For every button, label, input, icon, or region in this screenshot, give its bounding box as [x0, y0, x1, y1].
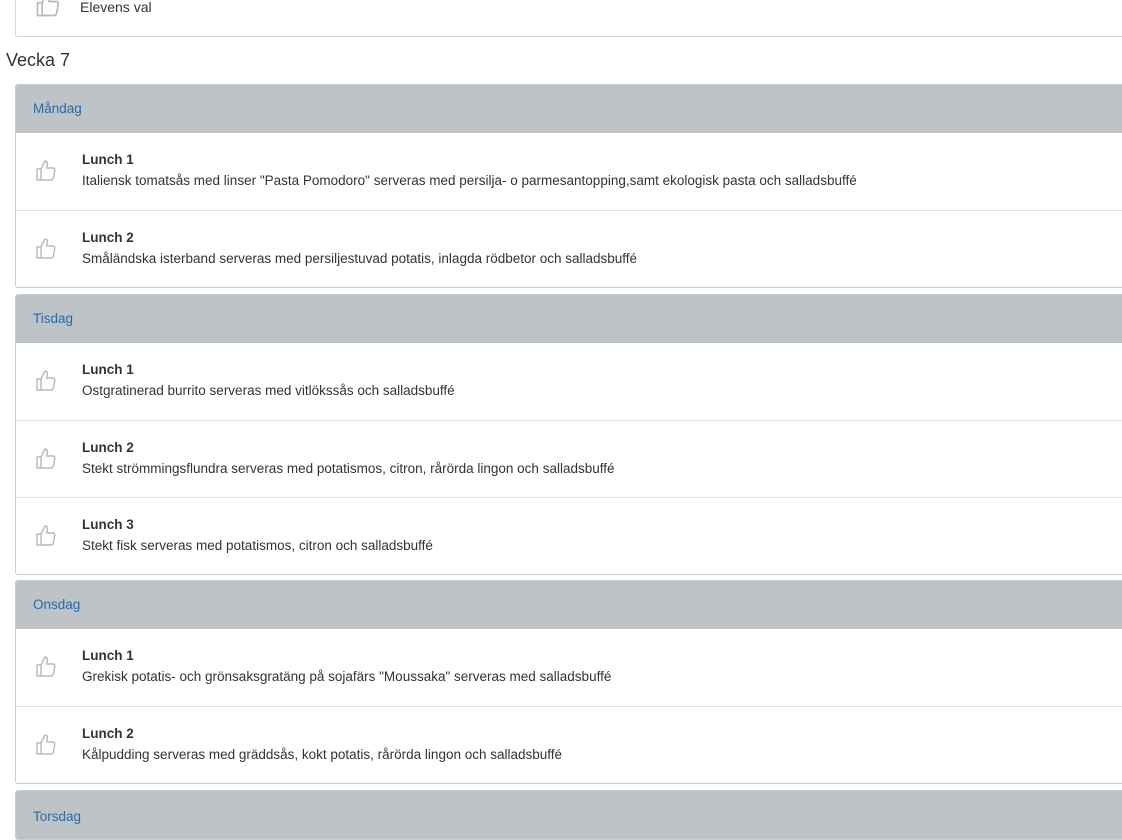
meal-name: Lunch 1: [82, 362, 134, 377]
thumbs-up-icon[interactable]: [34, 524, 58, 548]
meal-item: Lunch 3 Stekt fisk serveras med potatism…: [16, 497, 1122, 574]
meal-description: Grekisk potatis- och grönsaksgratäng på …: [82, 669, 612, 684]
previous-menu-item-text: Elevens val: [80, 0, 152, 15]
day-header-torsdag[interactable]: Torsdag: [16, 791, 1122, 839]
meal-description: Italiensk tomatsås med linser "Pasta Pom…: [82, 173, 857, 188]
meal-item: Lunch 2 Småländska isterband serveras me…: [16, 210, 1122, 287]
thumbs-up-icon[interactable]: [34, 733, 58, 757]
day-header-tisdag[interactable]: Tisdag: [16, 295, 1122, 343]
meal-name: Lunch 2: [82, 230, 134, 245]
meal-description: Kålpudding serveras med gräddsås, kokt p…: [82, 747, 563, 762]
previous-menu-item: Elevens val: [15, 0, 1122, 37]
meal-description: Ostgratinerad burrito serveras med vitlö…: [82, 383, 455, 398]
day-section-torsdag: Torsdag: [15, 790, 1122, 840]
thumbs-up-icon[interactable]: [34, 369, 58, 393]
thumbs-up-icon[interactable]: [34, 159, 58, 183]
meal-name: Lunch 3: [82, 517, 134, 532]
meal-name: Lunch 2: [82, 440, 134, 455]
meal-name: Lunch 2: [82, 726, 134, 741]
day-header-mandag[interactable]: Måndag: [16, 85, 1122, 133]
meal-name: Lunch 1: [82, 648, 134, 663]
day-header-onsdag[interactable]: Onsdag: [16, 581, 1122, 629]
week-title: Vecka 7: [6, 50, 71, 70]
meal-item: Lunch 1 Grekisk potatis- och grönsaksgra…: [16, 629, 1122, 706]
day-section-tisdag: Tisdag Lunch 1 Ostgratinerad burrito ser…: [15, 294, 1122, 575]
meal-name: Lunch 1: [82, 152, 134, 167]
meal-item: Lunch 2 Kålpudding serveras med gräddsås…: [16, 706, 1122, 783]
thumbs-up-icon[interactable]: [34, 0, 62, 19]
meal-item: Lunch 1 Ostgratinerad burrito serveras m…: [16, 343, 1122, 420]
meal-item: Lunch 1 Italiensk tomatsås med linser "P…: [16, 133, 1122, 210]
meal-item: Lunch 2 Stekt strömmingsflundra serveras…: [16, 420, 1122, 497]
thumbs-up-icon[interactable]: [34, 237, 58, 261]
day-section-onsdag: Onsdag Lunch 1 Grekisk potatis- och grön…: [15, 580, 1122, 784]
meal-description: Småländska isterband serveras med persil…: [82, 251, 638, 266]
thumbs-up-icon[interactable]: [34, 655, 58, 679]
meal-description: Stekt strömmingsflundra serveras med pot…: [82, 461, 615, 476]
meal-description: Stekt fisk serveras med potatismos, citr…: [82, 538, 433, 553]
day-section-mandag: Måndag Lunch 1 Italiensk tomatsås med li…: [15, 84, 1122, 288]
thumbs-up-icon[interactable]: [34, 447, 58, 471]
